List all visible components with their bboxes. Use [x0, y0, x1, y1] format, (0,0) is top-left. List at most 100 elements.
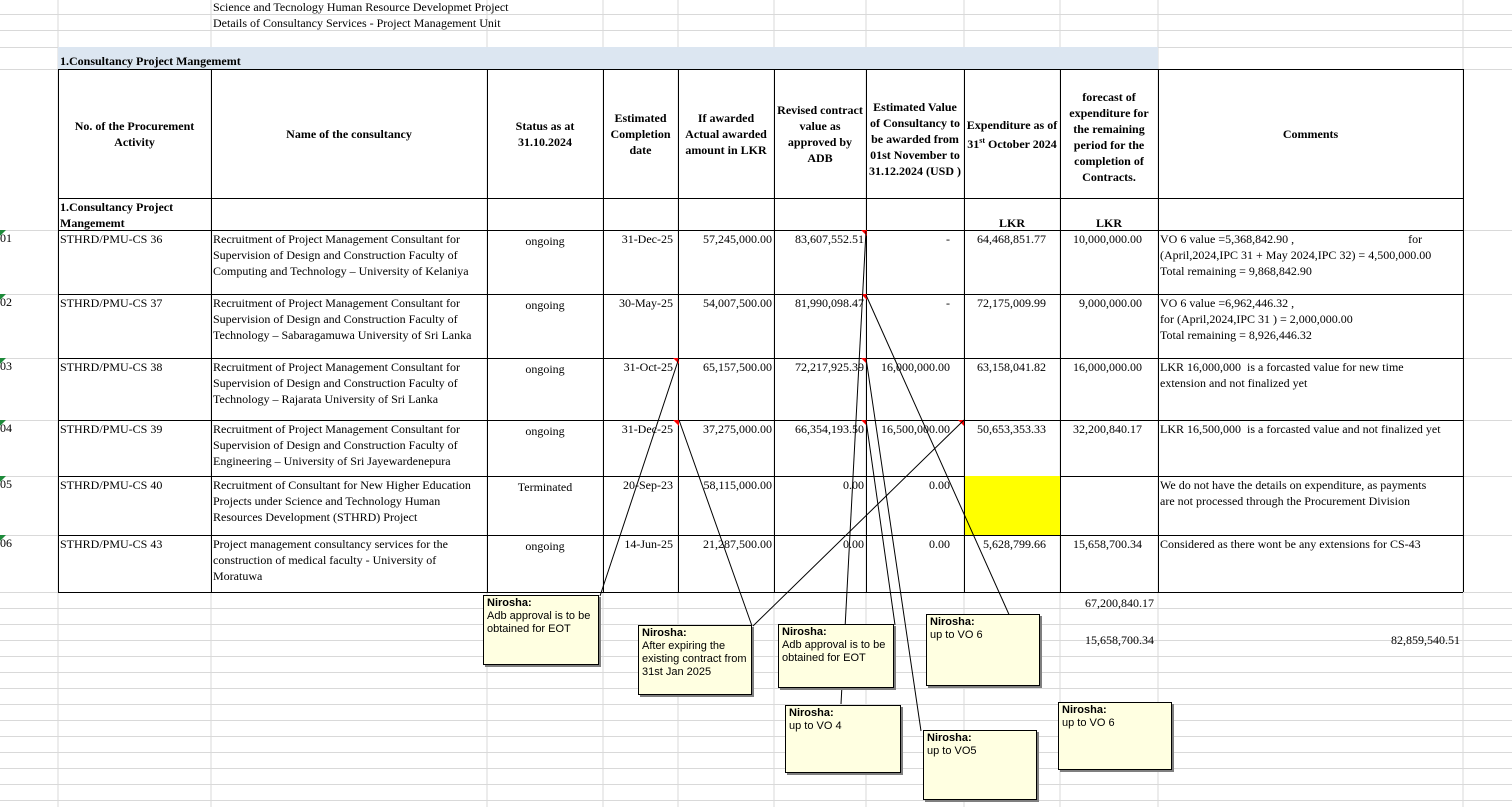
- awarded-amount-cell: 37,275,000.00: [703, 422, 772, 436]
- comment-note[interactable]: Nirosha: up to VO 4: [785, 705, 901, 773]
- consultancy-name-cell: Project management consultancy services …: [213, 537, 448, 583]
- revised-value-cell: 66,354,193.50: [795, 422, 864, 436]
- row-number: 03: [0, 358, 12, 373]
- grand-total: 82,859,540.51: [1391, 633, 1460, 647]
- row-number: 01: [0, 230, 12, 245]
- total-forecast-cs43: 15,658,700.34: [1085, 633, 1154, 647]
- completion-date-cell: 20-Sep-23: [623, 478, 673, 492]
- consultancy-name-cell: Recruitment of Project Management Consul…: [213, 422, 460, 468]
- comment-indicator[interactable]: [861, 358, 867, 364]
- consultancy-name-cell: Recruitment of Consultant for New Higher…: [213, 478, 471, 524]
- total-forecast: 67,200,840.17: [1085, 596, 1154, 610]
- revised-value-cell: 0.00: [843, 478, 864, 492]
- highlight-cell: [965, 476, 1060, 535]
- comment-line: LKR 16,500,000 is a forcasted value and …: [1160, 422, 1441, 436]
- procurement-no-cell: STHRD/PMU-CS 40: [60, 478, 163, 492]
- header-expenditure: Expenditure as of 31st October 2024: [966, 117, 1058, 151]
- completion-date-cell: 30-May-25: [619, 296, 673, 310]
- estimated-value-cell: 16,500,000.00: [881, 422, 950, 436]
- awarded-amount-cell: 65,157,500.00: [703, 360, 772, 374]
- completion-date-cell: 14-Jun-25: [624, 537, 673, 551]
- revised-value-cell: 81,990,098.47: [795, 296, 864, 310]
- comment-indicator[interactable]: [958, 420, 964, 426]
- comments-cell: LKR 16,000,000 is a forcasted value for …: [1158, 358, 1463, 420]
- completion-date-cell: 31-Dec-25: [621, 422, 673, 436]
- comment-note[interactable]: Nirosha: Adb approval is to be obtained f…: [483, 595, 599, 665]
- comment-line: Considered as there wont be any extensio…: [1160, 537, 1421, 551]
- comments-cell: We do not have the details on expenditur…: [1158, 476, 1463, 535]
- expenditure-unit: LKR: [998, 216, 1025, 230]
- status-cell: ongoing: [525, 298, 565, 312]
- forecast-unit: LKR: [1095, 216, 1122, 230]
- awarded-amount-cell: 58,115,000.00: [703, 478, 772, 492]
- expenditure-cell: 5,628,799.66: [983, 537, 1046, 551]
- comments-cell: LKR 16,500,000 is a forcasted value and …: [1158, 420, 1463, 476]
- comment-line: (April,2024,IPC 31 + May 2024,IPC 32) = …: [1160, 248, 1432, 262]
- header-consultancy-name: Name of the consultancy: [286, 127, 412, 141]
- status-cell: ongoing: [525, 539, 565, 553]
- comment-indicator[interactable]: [861, 294, 867, 300]
- comment-line: are not processed through the Procuremen…: [1160, 494, 1410, 508]
- forecast-cell: 10,000,000.00: [1073, 232, 1142, 246]
- procurement-no-cell: STHRD/PMU-CS 36: [60, 232, 163, 246]
- comments-cell: Considered as there wont be any extensio…: [1158, 535, 1463, 592]
- comment-line: for (April,2024,IPC 31 ) = 2,000,000.00: [1160, 312, 1353, 326]
- comment-note[interactable]: Nirosha: Adb approval is to be obtained f…: [778, 624, 894, 688]
- forecast-cell: 9,000,000.00: [1079, 296, 1142, 310]
- expenditure-cell: [964, 476, 1048, 478]
- procurement-no-cell: STHRD/PMU-CS 39: [60, 422, 163, 436]
- expenditure-cell: 72,175,009.99: [977, 296, 1046, 310]
- awarded-amount-cell: 54,007,500.00: [703, 296, 772, 310]
- comment-indicator[interactable]: [861, 230, 867, 236]
- comments-cell: VO 6 value =5,368,842.90 , for (April,202…: [1158, 230, 1463, 294]
- comment-line: VO 6 value =6,962,446.32 ,: [1160, 296, 1295, 310]
- estimated-value-cell: 0.00: [929, 537, 950, 551]
- comment-line: Total remaining = 9,868,842.90: [1160, 264, 1312, 278]
- estimated-value-cell: 16,000,000.00: [881, 360, 950, 374]
- comment-note[interactable]: Nirosha: up to VO 6: [926, 614, 1040, 686]
- consultancy-name-cell: Recruitment of Project Management Consul…: [213, 296, 472, 342]
- comment-line: LKR 16,000,000 is a forcasted value for …: [1160, 360, 1404, 374]
- expenditure-cell: 64,468,851.77: [977, 232, 1046, 246]
- completion-date-cell: 31-Oct-25: [623, 360, 673, 374]
- comment-indicator[interactable]: [861, 420, 867, 426]
- row-number: 06: [0, 535, 12, 550]
- procurement-no-cell: STHRD/PMU-CS 43: [60, 537, 163, 551]
- estimated-value-cell: -: [946, 296, 950, 310]
- awarded-amount-cell: 21,287,500.00: [703, 537, 772, 551]
- revised-value-cell: 72,217,925.39: [795, 360, 864, 374]
- expenditure-cell: 63,158,041.82: [977, 360, 1046, 374]
- row-number: 02: [0, 294, 12, 309]
- subheader-label: 1.Consultancy Project Mangememt: [60, 200, 174, 230]
- comment-note[interactable]: Nirosha: up to VO5: [923, 730, 1037, 800]
- procurement-no-cell: STHRD/PMU-CS 38: [60, 360, 163, 374]
- comment-line: We do not have the details on expenditur…: [1160, 478, 1427, 492]
- status-cell: ongoing: [525, 362, 565, 376]
- comment-indicator[interactable]: [673, 420, 679, 426]
- status-cell: Terminated: [517, 480, 573, 494]
- row-number: 04: [0, 420, 12, 435]
- comment-note[interactable]: Nirosha: up to VO 6: [1058, 702, 1172, 770]
- header-status: Status as at 31.10.2024: [515, 119, 575, 149]
- header-estimated-value: Estimated Value of Consultancy to be awa…: [869, 100, 961, 178]
- header-comments: Comments: [1282, 127, 1339, 141]
- estimated-value-cell: -: [946, 232, 950, 246]
- revised-value-cell: 0.00: [843, 537, 864, 551]
- comment-line: Total remaining = 8,926,446.32: [1160, 328, 1312, 342]
- consultancy-name-cell: Recruitment of Project Management Consul…: [213, 232, 469, 278]
- status-cell: ongoing: [525, 424, 565, 438]
- comment-line: VO 6 value =5,368,842.90 , for: [1160, 232, 1423, 246]
- comment-line: extension and not finalized yet: [1160, 376, 1308, 390]
- status-cell: ongoing: [525, 234, 565, 248]
- header-awarded-amount: If awarded Actual awarded amount in LKR: [685, 111, 767, 157]
- forecast-cell: [1060, 476, 1144, 478]
- forecast-cell: 32,200,840.17: [1073, 422, 1142, 436]
- comment-note[interactable]: Nirosha: After expiring the existing cont…: [638, 625, 752, 695]
- header-forecast: forecast of expenditure for the remainin…: [1069, 90, 1149, 184]
- header-completion-date: Estimated Completion date: [610, 111, 671, 157]
- comments-cell: VO 6 value =6,962,446.32 , for (April,202…: [1158, 294, 1463, 358]
- header-procurement-no: No. of the Procurement Activity: [74, 119, 195, 149]
- consultancy-name-cell: Recruitment of Project Management Consul…: [213, 360, 460, 406]
- awarded-amount-cell: 57,245,000.00: [703, 232, 772, 246]
- comment-indicator[interactable]: [673, 358, 679, 364]
